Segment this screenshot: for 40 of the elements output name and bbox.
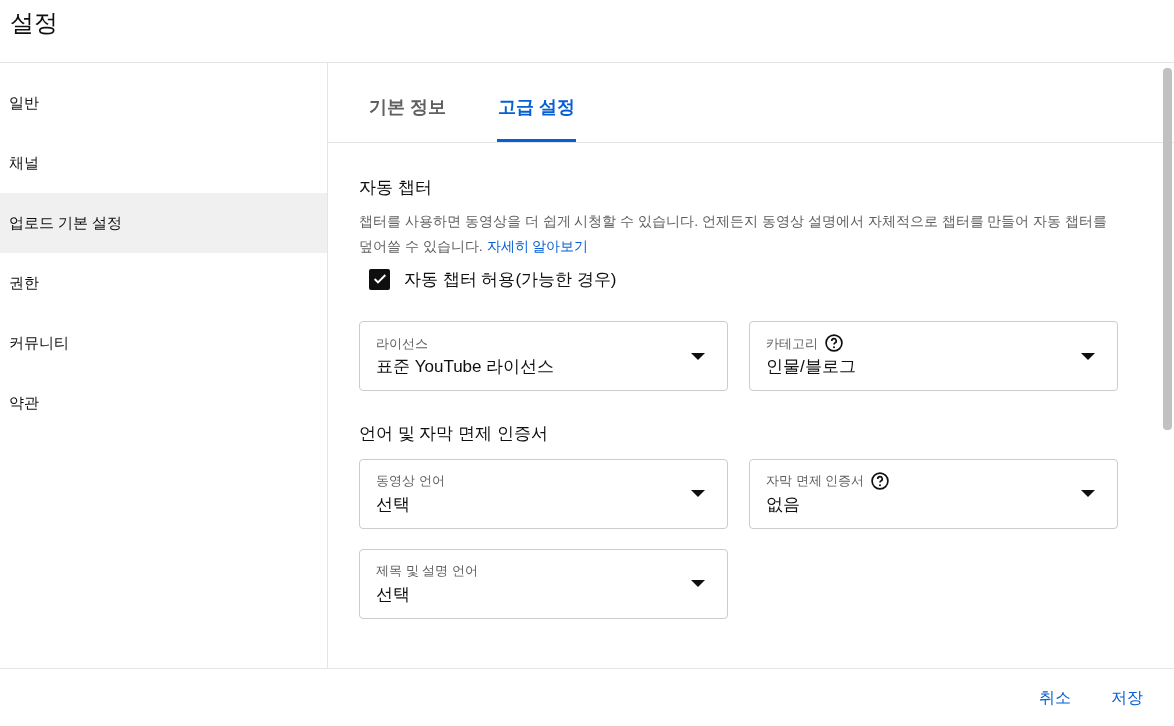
dropdown-label: 동영상 언어	[376, 472, 445, 490]
help-icon[interactable]	[870, 470, 891, 491]
sidebar-item[interactable]: 약관	[0, 373, 327, 433]
checkbox-label: 자동 챕터 허용(가능한 경우)	[404, 268, 617, 291]
sidebar-item[interactable]: 업로드 기본 설정	[0, 193, 327, 253]
description: 챕터를 사용하면 동영상을 더 쉽게 시청할 수 있습니다. 언제든지 동영상 설명에서 자체적으로 챕터를 만들어 자동 챕터를 덮어쓸 수 있습니다. 자세히 알아보기	[359, 211, 1109, 256]
learn-more-link[interactable]: 자세히 알아보기	[486, 237, 589, 254]
window-title: 설정	[10, 8, 58, 38]
scrollbar[interactable]	[1163, 68, 1172, 430]
sidebar-item[interactable]: 일반	[0, 73, 327, 133]
dropdown-label: 자막 면제 인증서	[766, 472, 865, 490]
dropdown[interactable]: 동영상 언어 선택	[359, 458, 728, 529]
caret-icon	[691, 352, 705, 360]
caret-icon	[691, 580, 705, 587]
sidebar-item[interactable]: 권한	[0, 253, 327, 313]
dropdown-value: 표준 YouTube 라이선스	[376, 356, 556, 379]
dropdown[interactable]: 카테고리 인물/블로그	[749, 321, 1118, 391]
dropdown-label: 라이선스	[376, 334, 428, 353]
dropdown-value: 선택	[376, 583, 411, 606]
footer-button[interactable]: 취소	[1034, 681, 1076, 714]
dropdown-value: 인물/블로그	[766, 356, 857, 379]
sidebar-item[interactable]: 채널	[0, 133, 327, 193]
tab[interactable]: 고급 설정	[497, 94, 577, 142]
sidebar-item[interactable]: 커뮤니티	[0, 313, 327, 373]
dropdown-value: 선택	[376, 493, 411, 516]
dropdown[interactable]: 라이선스 표준 YouTube 라이선스	[359, 321, 728, 391]
tab[interactable]: 기본 정보	[368, 94, 447, 142]
caret-icon	[1081, 490, 1095, 497]
caret-icon	[1081, 352, 1095, 360]
dropdown[interactable]: 자막 면제 인증서 없음	[749, 458, 1118, 529]
help-icon[interactable]	[824, 333, 844, 354]
dropdown-label: 카테고리	[766, 334, 818, 353]
section-heading: 자동 챕터	[359, 177, 433, 199]
footer-button[interactable]: 저장	[1106, 681, 1148, 714]
dropdown-value: 없음	[766, 493, 801, 516]
dropdown[interactable]: 제목 및 설명 언어 선택	[359, 548, 728, 619]
caret-icon	[691, 490, 705, 497]
checkbox[interactable]	[369, 268, 390, 290]
dropdown-label: 제목 및 설명 언어	[376, 562, 478, 580]
section-heading: 언어 및 자막 면제 인증서	[359, 423, 549, 445]
